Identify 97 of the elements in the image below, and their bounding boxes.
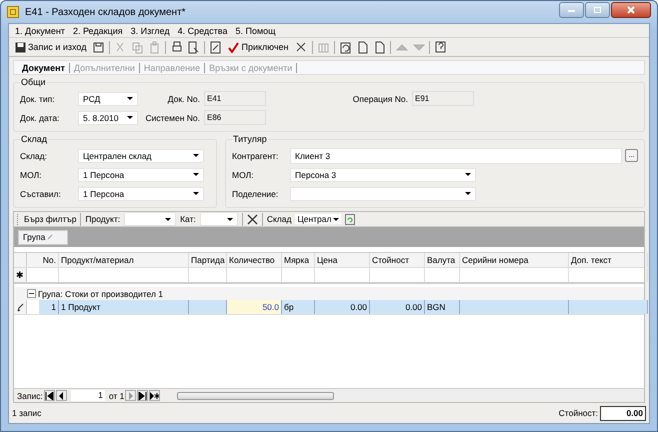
dropdown-field[interactable]: Персона 3 bbox=[290, 168, 476, 182]
dropdown-field[interactable]: Централен склад bbox=[78, 148, 204, 162]
column-header[interactable]: Мярка bbox=[282, 253, 315, 267]
last-icon bbox=[138, 392, 148, 400]
print-icon[interactable] bbox=[170, 40, 184, 54]
group-row-label: Група: Стоки от производител 1 bbox=[38, 288, 164, 298]
field-label: Док. No. bbox=[166, 94, 201, 104]
field-label: Кат: bbox=[180, 214, 196, 224]
collapse-icon[interactable] bbox=[27, 289, 36, 298]
maximize-icon bbox=[593, 6, 602, 14]
minimize-button[interactable] bbox=[559, 2, 584, 18]
save-icon bbox=[15, 42, 26, 52]
refresh-icon[interactable] bbox=[345, 214, 356, 224]
group-by-chip[interactable]: Група bbox=[18, 230, 68, 244]
new-record-button[interactable] bbox=[149, 390, 160, 401]
checkmark-icon bbox=[228, 42, 240, 52]
first-record-button[interactable] bbox=[44, 390, 55, 401]
close-icon bbox=[626, 6, 636, 14]
quick-filter-button[interactable]: Бърз филтър bbox=[24, 214, 76, 224]
doc-number-field: E41 bbox=[204, 91, 266, 106]
edit-icon[interactable] bbox=[209, 40, 222, 54]
tab[interactable]: Документ bbox=[18, 62, 70, 72]
menu-item[interactable]: 1. Документ bbox=[15, 26, 65, 36]
finish-button[interactable]: Приключен bbox=[226, 42, 290, 52]
field-label: Док. тип: bbox=[20, 94, 56, 104]
table-cell: 50.0 bbox=[227, 300, 282, 314]
field-label: МОЛ: bbox=[20, 170, 43, 180]
record-label: Запис: bbox=[17, 390, 43, 400]
column-header[interactable]: Количество bbox=[227, 253, 282, 267]
first-icon bbox=[44, 392, 54, 400]
table-cell: 1 bbox=[39, 300, 59, 314]
field-label: МОЛ: bbox=[232, 170, 255, 180]
page-icon[interactable] bbox=[372, 40, 386, 54]
column-header[interactable]: Цена bbox=[315, 253, 370, 267]
clear-filter-icon[interactable] bbox=[246, 214, 258, 224]
page-icon[interactable] bbox=[356, 40, 368, 54]
table-cell: 0.00 bbox=[315, 300, 370, 314]
delete-icon[interactable] bbox=[294, 40, 308, 54]
menu-item[interactable]: 2. Редакция bbox=[72, 26, 123, 36]
doc-date-picker[interactable]: 5. 8.2010 bbox=[78, 110, 138, 124]
preview-icon[interactable] bbox=[187, 40, 200, 54]
maximize-button[interactable] bbox=[585, 2, 610, 18]
record-number-field[interactable]: 1 bbox=[70, 390, 105, 401]
text-field[interactable]: Клиент 3 bbox=[290, 148, 622, 164]
dropdown-field[interactable] bbox=[290, 186, 476, 200]
column-header[interactable]: No. bbox=[27, 253, 59, 267]
warehouse-filter-dropdown[interactable]: Централ bbox=[295, 214, 342, 224]
new-row-icon: ✱ bbox=[14, 268, 27, 282]
save-and-exit-button[interactable]: Запис и изход bbox=[13, 42, 88, 52]
table-cell: 1 Продукт bbox=[59, 300, 189, 314]
menu-item[interactable]: 4. Средства bbox=[178, 26, 228, 36]
system-number-field: E86 bbox=[204, 110, 266, 125]
table-cell: 0.00 bbox=[370, 300, 425, 314]
previous-record-button[interactable] bbox=[56, 390, 67, 401]
column-header[interactable]: Валута bbox=[425, 253, 460, 267]
field-label: Контрагент: bbox=[232, 150, 280, 160]
help-icon[interactable] bbox=[434, 40, 446, 54]
field-label: Системен No. bbox=[144, 112, 201, 122]
window-title: E41 - Разходен складов документ* bbox=[25, 6, 186, 18]
close-button[interactable] bbox=[611, 2, 651, 18]
record-count-status: 1 запис bbox=[12, 408, 42, 418]
field-label: Склад bbox=[266, 214, 292, 224]
column-header[interactable]: Продукт/материал bbox=[59, 253, 189, 267]
field-label: Съставил: bbox=[20, 188, 62, 198]
menu-item[interactable]: 3. Изглед bbox=[130, 26, 170, 36]
minimize-icon bbox=[567, 7, 576, 13]
next-icon bbox=[128, 392, 134, 400]
app-icon bbox=[7, 6, 19, 18]
column-header[interactable]: Серийни номера bbox=[460, 253, 569, 267]
total-value-field: 0.00 bbox=[600, 406, 646, 420]
refresh-icon[interactable] bbox=[338, 40, 352, 54]
doc-type-dropdown[interactable]: РСД bbox=[78, 92, 138, 106]
dropdown-field[interactable]: 1 Персона bbox=[78, 168, 204, 182]
field-label: Док. дата: bbox=[20, 112, 60, 122]
dropdown-field[interactable]: 1 Персона bbox=[78, 186, 204, 200]
table-cell: BGN bbox=[425, 300, 460, 314]
save-as-icon[interactable] bbox=[92, 40, 106, 54]
field-label: Поделение: bbox=[232, 188, 280, 198]
new-record-icon bbox=[150, 392, 160, 400]
menu-item[interactable]: 5. Помощ bbox=[236, 26, 276, 36]
total-label: Стойност: bbox=[558, 408, 598, 418]
group-title: Титуляр bbox=[232, 134, 268, 144]
column-header[interactable]: Доп. текст bbox=[569, 253, 648, 267]
column-header[interactable]: Стойност bbox=[370, 253, 425, 267]
table-cell bbox=[189, 300, 227, 314]
operation-number-field: E91 bbox=[412, 91, 474, 106]
table-cell: бр bbox=[282, 300, 315, 314]
sort-icon bbox=[47, 234, 54, 240]
group-title: Общи bbox=[20, 77, 47, 87]
group-title: Склад bbox=[20, 134, 48, 144]
record-count-label: от 1 bbox=[108, 390, 124, 400]
table-row[interactable]: 1 1 Продукт 50.0 бр 0.00 0.00 BGN bbox=[14, 300, 644, 315]
field-label: Склад: bbox=[20, 150, 48, 160]
field-label: Продукт: bbox=[85, 214, 120, 224]
column-header[interactable]: Партида bbox=[189, 253, 227, 267]
previous-icon bbox=[58, 392, 64, 400]
field-label: Операция No. bbox=[352, 94, 409, 104]
